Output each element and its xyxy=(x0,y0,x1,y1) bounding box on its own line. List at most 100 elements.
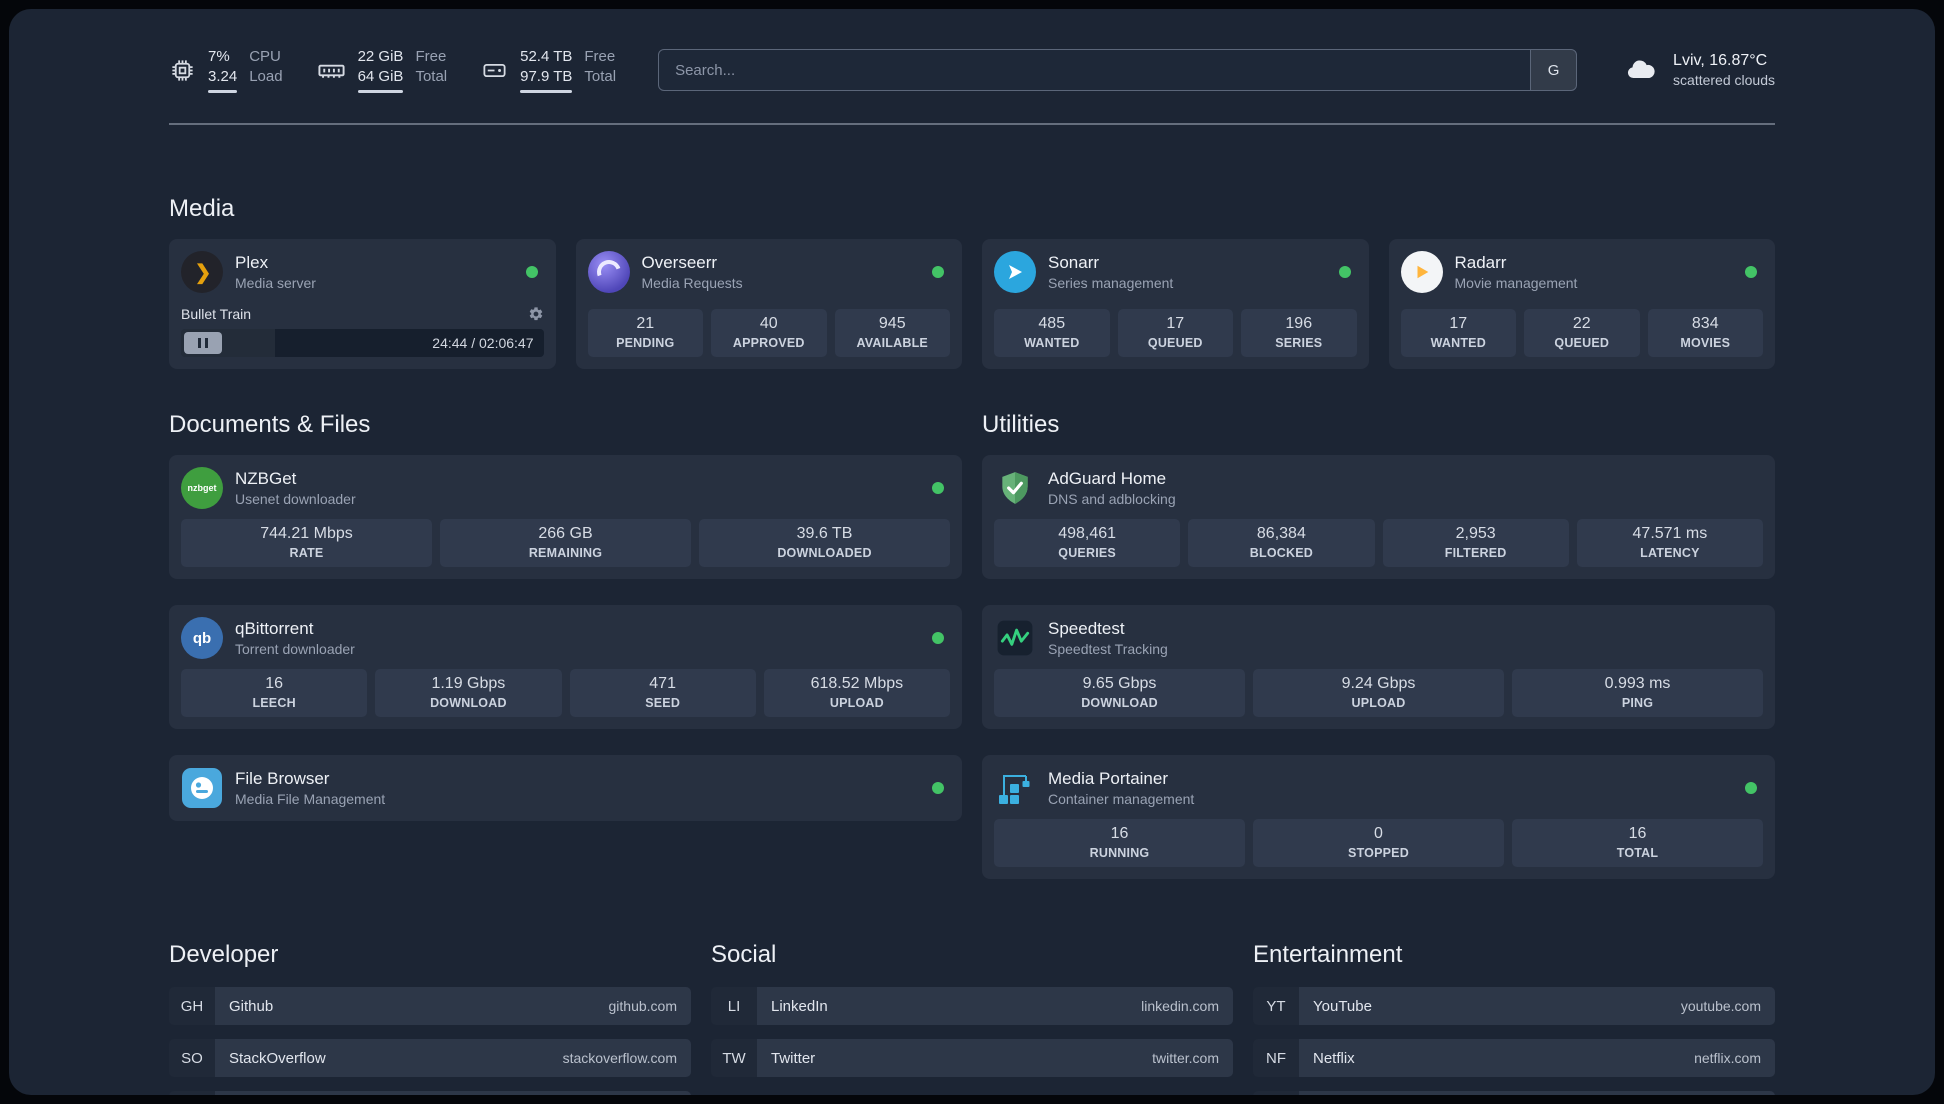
card-overseerr: Overseerr Media Requests 21 PENDING 40 A… xyxy=(575,239,962,369)
bookmark-dev[interactable]: DT DEV dev.to xyxy=(169,1091,691,1095)
cpu-load-value: 3.24 xyxy=(208,67,238,85)
bookmark-abbr: TW xyxy=(711,1039,757,1077)
stat-tile: 21 PENDING xyxy=(587,309,703,357)
card-adguard: AdGuard Home DNS and adblocking 498,461 … xyxy=(982,455,1775,579)
bookmark-abbr: YT xyxy=(1253,987,1299,1025)
bookmark-domain: linkedin.com xyxy=(1141,998,1219,1014)
stat-label: WANTED xyxy=(1430,336,1486,350)
stat-label: UPLOAD xyxy=(1351,696,1406,710)
plex-now-playing-widget: Bullet Train 24:44 / 02:06:47 xyxy=(181,306,544,357)
bookmark-linkedin[interactable]: LI LinkedIn linkedin.com xyxy=(711,987,1233,1025)
stat-value: 17 xyxy=(1449,315,1468,332)
topbar: 7% 3.24 CPU Load 22 GiB 64 GiB Free Tota… xyxy=(169,47,1775,93)
stat-value: 196 xyxy=(1285,315,1313,332)
stat-label: QUEUED xyxy=(1147,336,1203,350)
bookmarks-area: Developer GH Github github.com SO StackO… xyxy=(169,941,1775,1095)
sonarr-meta: Sonarr Series management xyxy=(1048,253,1173,291)
search-provider-button[interactable]: G xyxy=(1530,50,1577,90)
bookmark-reddit[interactable]: RE Reddit reddit.com xyxy=(1253,1091,1775,1095)
stat-value: 266 GB xyxy=(538,525,593,542)
qbittorrent-icon-text: qb xyxy=(192,629,212,647)
service-description: Media server xyxy=(235,275,316,291)
bookmark-bar: Github github.com xyxy=(215,987,691,1025)
section-title-documents: Documents & Files xyxy=(169,411,371,438)
nzbget-service-link[interactable]: nzbget NZBGet Usenet downloader xyxy=(181,467,950,509)
bookmarks-entertainment: Entertainment YT YouTube youtube.com NF … xyxy=(1253,941,1775,1095)
cloud-icon xyxy=(1619,54,1661,86)
cpu-sublabel: Load xyxy=(249,67,283,85)
overseerr-icon xyxy=(587,251,630,293)
card-plex: ❯ Plex Media server Bullet Train 24:44 /… xyxy=(169,239,556,369)
overseerr-service-link[interactable]: Overseerr Media Requests xyxy=(587,251,951,293)
disk-widget: 52.4 TB 97.9 TB Free Total xyxy=(481,47,616,93)
filebrowser-icon xyxy=(181,767,223,809)
portainer-crane-icon xyxy=(994,767,1036,809)
stat-tile: 485 WANTED xyxy=(994,309,1110,357)
stat-label: FILTERED xyxy=(1444,546,1507,560)
stat-value: 39.6 TB xyxy=(796,525,853,542)
stat-label: RUNNING xyxy=(1089,846,1150,860)
bookmark-netflix[interactable]: NF Netflix netflix.com xyxy=(1253,1039,1775,1077)
speedtest-meta: Speedtest Speedtest Tracking xyxy=(1048,619,1168,657)
memory-icon xyxy=(317,56,346,85)
filebrowser-meta: File Browser Media File Management xyxy=(235,769,385,807)
adguard-service-link[interactable]: AdGuard Home DNS and adblocking xyxy=(994,467,1763,509)
bookmark-domain: github.com xyxy=(608,998,677,1014)
stat-label: APPROVED xyxy=(732,336,805,350)
portainer-service-link[interactable]: Media Portainer Container management xyxy=(994,767,1763,809)
section-title-utilities: Utilities xyxy=(982,411,1060,438)
stat-value: 21 xyxy=(636,315,655,332)
stat-label: DOWNLOAD xyxy=(1081,696,1158,710)
stat-label: QUERIES xyxy=(1058,546,1116,560)
bookmark-twitter[interactable]: TW Twitter twitter.com xyxy=(711,1039,1233,1077)
stat-value: 834 xyxy=(1691,315,1719,332)
bookmark-bar: Twitter twitter.com xyxy=(757,1039,1233,1077)
pause-button[interactable] xyxy=(184,332,222,354)
portainer-meta: Media Portainer Container management xyxy=(1048,769,1194,807)
search-input[interactable] xyxy=(659,50,1531,90)
disk-labels: Free Total xyxy=(584,47,616,93)
sonarr-service-link[interactable]: Sonarr Series management xyxy=(994,251,1357,293)
service-name: NZBGet xyxy=(235,469,297,488)
qbittorrent-stats: 16 LEECH 1.19 Gbps DOWNLOAD 471 SEED 618… xyxy=(181,669,950,717)
bookmark-stackoverflow[interactable]: SO StackOverflow stackoverflow.com xyxy=(169,1039,691,1077)
stat-value: 945 xyxy=(878,315,906,332)
stat-value: 0 xyxy=(1374,825,1383,842)
qbittorrent-service-link[interactable]: qb qBittorrent Torrent downloader xyxy=(181,617,950,659)
radarr-service-link[interactable]: Radarr Movie management xyxy=(1400,251,1764,293)
bookmark-github[interactable]: GH Github github.com xyxy=(169,987,691,1025)
bookmark-domain: youtube.com xyxy=(1680,998,1761,1014)
stat-label: DOWNLOADED xyxy=(777,546,872,560)
bookmark-abbr: NF xyxy=(1253,1039,1299,1077)
plex-service-link[interactable]: ❯ Plex Media server xyxy=(181,251,544,293)
stat-label: STOPPED xyxy=(1348,846,1409,860)
stat-value: 2,953 xyxy=(1455,525,1496,542)
stat-tile: 0.993 ms PING xyxy=(1512,669,1763,717)
cpu-icon xyxy=(169,57,196,84)
stat-label: PING xyxy=(1621,696,1654,710)
bookmark-bar: YouTube youtube.com xyxy=(1299,987,1775,1025)
nzbget-icon: nzbget xyxy=(181,467,223,509)
service-name: Speedtest xyxy=(1048,619,1125,638)
service-description: Torrent downloader xyxy=(235,641,355,657)
status-dot-online xyxy=(932,482,944,494)
section-utilities: Utilities AdGuard Home DNS and adblockin… xyxy=(982,411,1775,879)
stat-label: AVAILABLE xyxy=(856,336,928,350)
player-settings-gear-icon[interactable] xyxy=(528,306,544,322)
section-title-social: Social xyxy=(711,941,777,968)
stat-tile: 39.6 TB DOWNLOADED xyxy=(699,519,950,567)
filebrowser-service-link[interactable]: File Browser Media File Management xyxy=(181,767,950,809)
status-dot-online xyxy=(932,632,944,644)
bookmark-youtube[interactable]: YT YouTube youtube.com xyxy=(1253,987,1775,1025)
bookmark-abbr: SO xyxy=(169,1039,215,1077)
section-title-developer: Developer xyxy=(169,941,279,968)
qbittorrent-icon: qb xyxy=(181,617,223,659)
stat-label: REMAINING xyxy=(528,546,603,560)
documents-card-stack: nzbget NZBGet Usenet downloader 744.21 M… xyxy=(169,455,962,821)
stat-label: TOTAL xyxy=(1616,846,1659,860)
playback-progress-bar[interactable]: 24:44 / 02:06:47 xyxy=(181,329,544,357)
disk-meter xyxy=(520,90,573,93)
speedtest-service-link[interactable]: Speedtest Speedtest Tracking xyxy=(994,617,1763,659)
search-bar[interactable]: G xyxy=(658,49,1578,91)
bookmark-bar: Reddit reddit.com xyxy=(1299,1091,1775,1095)
